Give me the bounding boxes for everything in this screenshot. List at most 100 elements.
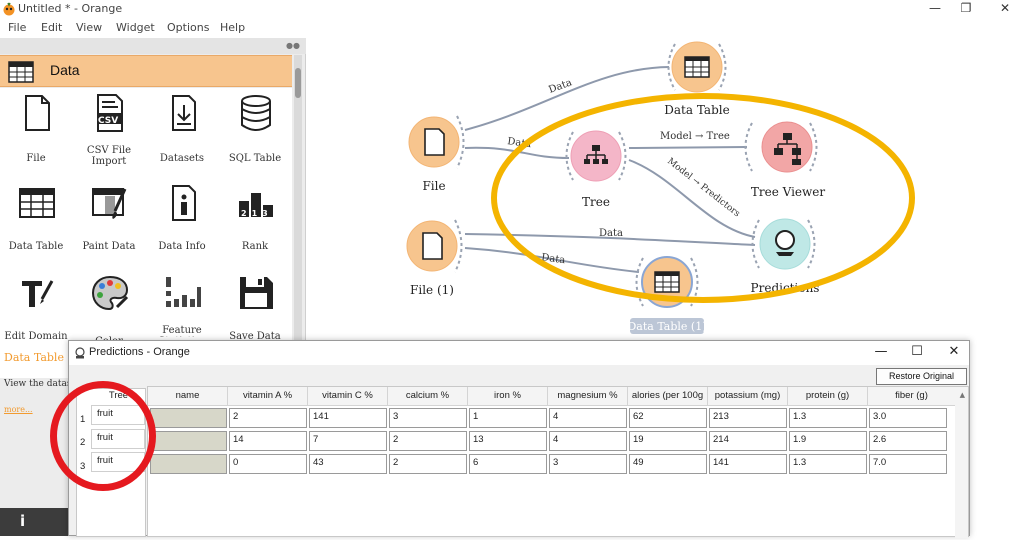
table-icon — [19, 188, 55, 218]
node-label: File — [422, 179, 445, 193]
table-scrollbar[interactable]: ▲ — [955, 387, 968, 538]
node-file-1[interactable]: File (1) — [406, 219, 463, 297]
column-header-tree[interactable]: Tree — [91, 390, 146, 401]
table-cell[interactable]: 1.9 — [789, 431, 867, 451]
close-window-button[interactable]: ✕ — [994, 1, 1016, 17]
toolbox-scroll-thumb[interactable] — [295, 68, 301, 98]
predictions-table: Tree 1 fruit 2 fruit 3 fruit — [76, 388, 146, 537]
info-toggle-button[interactable]: i — [20, 512, 25, 530]
window-title: Untitled * - Orange — [18, 2, 123, 15]
info-icon — [172, 185, 196, 221]
table-cell[interactable]: 1 — [469, 408, 547, 428]
column-header[interactable]: fiber (g) — [868, 387, 956, 406]
table-cell[interactable]: 213 — [709, 408, 787, 428]
widget-label: Rank — [241, 241, 269, 252]
widget-sql-table[interactable]: SQL Table — [219, 88, 291, 178]
table-cell[interactable]: 4 — [549, 431, 627, 451]
table-cell[interactable]: 2.6 — [869, 431, 947, 451]
dialog-close-button[interactable]: ✕ — [942, 344, 966, 362]
table-cell[interactable]: 14 — [229, 431, 307, 451]
menu-edit[interactable]: Edit — [41, 21, 62, 34]
menu-file[interactable]: File — [8, 21, 26, 34]
row-number: 1 — [80, 414, 86, 425]
table-cell[interactable] — [150, 408, 227, 428]
dialog-minimize-button[interactable]: — — [869, 344, 893, 362]
node-file[interactable]: File — [408, 115, 465, 193]
table-cell[interactable]: 13 — [469, 431, 547, 451]
table-cell[interactable]: 7.0 — [869, 454, 947, 474]
table-cell[interactable]: 141 — [709, 454, 787, 474]
table-cell[interactable]: 0 — [229, 454, 307, 474]
table-cell[interactable]: 2 — [229, 408, 307, 428]
node-label: Tree — [582, 195, 610, 209]
node-tree-viewer[interactable]: Tree Viewer — [744, 121, 826, 199]
table-cell[interactable]: 62 — [629, 408, 707, 428]
table-cell[interactable]: 4 — [549, 408, 627, 428]
restore-original-order-button[interactable]: Restore Original Order — [876, 368, 967, 396]
menu-bar: File Edit View Widget Options Help — [0, 19, 1024, 37]
widget-data-info[interactable]: Data Info — [146, 178, 218, 268]
widget-datasets[interactable]: Datasets — [146, 88, 218, 178]
datasets-icon — [172, 95, 196, 131]
widget-paint-data[interactable]: Paint Data — [73, 178, 145, 268]
table-cell[interactable]: 3 — [549, 454, 627, 474]
widget-file[interactable]: File — [0, 88, 72, 178]
table-cell[interactable]: 6 — [469, 454, 547, 474]
table-cell[interactable]: 7 — [309, 431, 387, 451]
table-cell[interactable]: 141 — [309, 408, 387, 428]
prediction-cell[interactable]: fruit — [91, 452, 145, 472]
dialog-titlebar: Predictions - Orange — ☐ ✕ — [69, 341, 969, 365]
scroll-up-icon[interactable]: ▲ — [960, 391, 965, 399]
menu-options[interactable]: Options — [167, 21, 209, 34]
data-table: name vitamin A % vitamin C % calcium % i… — [147, 386, 969, 538]
table-cell[interactable] — [150, 431, 227, 451]
column-header[interactable]: calcium % — [388, 387, 468, 406]
table-icon — [654, 271, 680, 293]
more-link[interactable]: more... — [4, 405, 33, 414]
row-number: 3 — [80, 461, 86, 472]
table-cell[interactable]: 49 — [629, 454, 707, 474]
column-header[interactable]: protein (g) — [788, 387, 868, 406]
link-tree-treeviewer[interactable] — [628, 146, 748, 149]
column-header[interactable]: iron % — [468, 387, 548, 406]
table-cell[interactable] — [150, 454, 227, 474]
crystal-ball-icon — [75, 347, 85, 359]
table-cell[interactable]: 2 — [389, 454, 467, 474]
widget-label: Feature Statistics — [158, 325, 205, 337]
palette-icon — [91, 275, 129, 311]
table-icon — [8, 61, 34, 83]
widget-edit-domain[interactable]: Edit Domain — [0, 268, 72, 358]
widget-data-table[interactable]: Data Table — [0, 178, 72, 268]
menu-help[interactable]: Help — [220, 21, 245, 34]
table-cell[interactable]: 43 — [309, 454, 387, 474]
prediction-cell[interactable]: fruit — [91, 429, 145, 449]
toolbox-scrollbar[interactable] — [294, 55, 302, 371]
link-label: Data — [547, 77, 573, 96]
node-tree[interactable]: Tree — [565, 130, 627, 209]
dialog-maximize-button[interactable]: ☐ — [905, 344, 929, 362]
table-cell[interactable]: 3.0 — [869, 408, 947, 428]
prediction-cell[interactable]: fruit — [91, 405, 145, 425]
node-data-table[interactable]: Data Table — [664, 41, 730, 117]
table-cell[interactable]: 1.3 — [789, 454, 867, 474]
menu-widget[interactable]: Widget — [116, 21, 155, 34]
column-header[interactable]: magnesium % — [548, 387, 628, 406]
column-header[interactable]: name — [148, 387, 228, 406]
menu-view[interactable]: View — [76, 21, 102, 34]
restore-window-button[interactable]: ❐ — [955, 1, 977, 17]
column-header[interactable]: vitamin C % — [308, 387, 388, 406]
widget-csv-file-import[interactable]: CSV CSV File Import — [73, 88, 145, 178]
column-header[interactable]: alories (per 100g — [628, 387, 708, 406]
table-cell[interactable]: 2 — [389, 431, 467, 451]
table-cell[interactable]: 1.3 — [789, 408, 867, 428]
table-cell[interactable]: 19 — [629, 431, 707, 451]
category-header-data[interactable]: Data — [0, 55, 292, 87]
widget-label: File — [26, 153, 46, 164]
table-cell[interactable]: 214 — [709, 431, 787, 451]
widget-rank[interactable]: 213 Rank — [219, 178, 291, 268]
minimize-button[interactable]: — — [924, 1, 946, 17]
table-cell[interactable]: 3 — [389, 408, 467, 428]
dock-icon[interactable]: ●● — [286, 41, 300, 50]
column-header[interactable]: vitamin A % — [228, 387, 308, 406]
column-header[interactable]: potassium (mg) — [708, 387, 788, 406]
